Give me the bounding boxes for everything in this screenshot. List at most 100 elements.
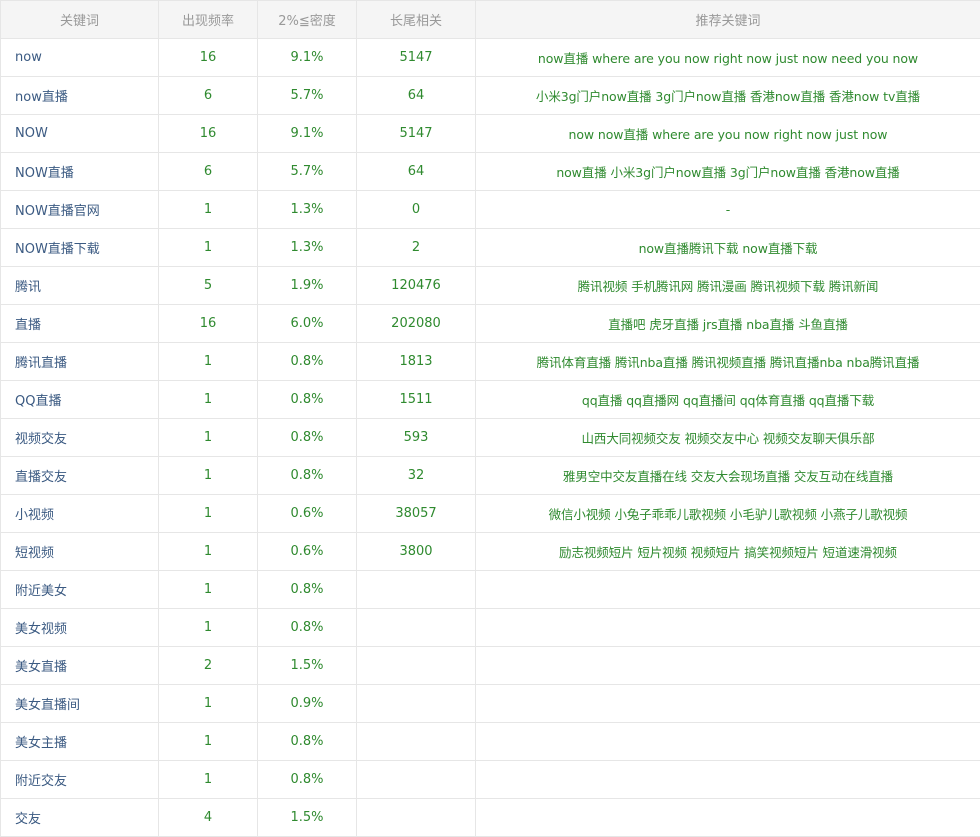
table-row: 美女直播间 1 0.9% xyxy=(1,685,980,723)
density-cell: 0.8% xyxy=(258,723,357,761)
recommend-cell xyxy=(476,723,980,761)
longtail-cell: 0 xyxy=(357,191,476,229)
recommend-cell: 雅男空中交友直播在线 交友大会现场直播 交友互动在线直播 xyxy=(476,457,980,495)
keyword-table: 关键词 出现频率 2%≦密度 长尾相关 推荐关键词 now 16 9.1% 51… xyxy=(0,0,980,837)
table-row: 腾讯直播 1 0.8% 1813 腾讯体育直播 腾讯nba直播 腾讯视频直播 腾… xyxy=(1,343,980,381)
density-cell: 5.7% xyxy=(258,77,357,115)
table-row: 腾讯 5 1.9% 120476 腾讯视频 手机腾讯网 腾讯漫画 腾讯视频下载 … xyxy=(1,267,980,305)
recommend-cell xyxy=(476,609,980,647)
longtail-cell xyxy=(357,723,476,761)
table-row: NOW直播下载 1 1.3% 2 now直播腾讯下载 now直播下载 xyxy=(1,229,980,267)
table-row: now 16 9.1% 5147 now直播 where are you now… xyxy=(1,39,980,77)
keyword-cell[interactable]: QQ直播 xyxy=(1,381,159,419)
header-density[interactable]: 2%≦密度 xyxy=(258,1,357,39)
recommend-cell xyxy=(476,685,980,723)
longtail-cell xyxy=(357,761,476,799)
header-longtail[interactable]: 长尾相关 xyxy=(357,1,476,39)
recommend-links[interactable]: 励志视频短片 短片视频 视频短片 搞笑视频短片 短道速滑视频 xyxy=(559,545,897,560)
header-keyword[interactable]: 关键词 xyxy=(1,1,159,39)
keyword-cell[interactable]: 美女直播间 xyxy=(1,685,159,723)
keyword-cell[interactable]: 交友 xyxy=(1,799,159,837)
keyword-cell[interactable]: 附近美女 xyxy=(1,571,159,609)
keyword-cell[interactable]: 小视频 xyxy=(1,495,159,533)
recommend-links[interactable]: 雅男空中交友直播在线 交友大会现场直播 交友互动在线直播 xyxy=(563,469,893,484)
recommend-cell: 山西大同视频交友 视频交友中心 视频交友聊天俱乐部 xyxy=(476,419,980,457)
recommend-links[interactable]: 腾讯视频 手机腾讯网 腾讯漫画 腾讯视频下载 腾讯新闻 xyxy=(578,279,879,294)
frequency-cell: 6 xyxy=(159,153,258,191)
longtail-cell: 64 xyxy=(357,77,476,115)
keyword-cell[interactable]: 短视频 xyxy=(1,533,159,571)
frequency-cell: 4 xyxy=(159,799,258,837)
recommend-links[interactable]: 小米3g门户now直播 3g门户now直播 香港now直播 香港now tv直播 xyxy=(536,89,920,104)
keyword-cell[interactable]: NOW直播官网 xyxy=(1,191,159,229)
frequency-cell: 1 xyxy=(159,571,258,609)
longtail-cell: 38057 xyxy=(357,495,476,533)
keyword-cell[interactable]: now直播 xyxy=(1,77,159,115)
header-recommend[interactable]: 推荐关键词 xyxy=(476,1,980,39)
frequency-cell: 16 xyxy=(159,39,258,77)
recommend-links[interactable]: now now直播 where are you now right now ju… xyxy=(569,127,888,142)
frequency-cell: 16 xyxy=(159,115,258,153)
recommend-cell: now直播腾讯下载 now直播下载 xyxy=(476,229,980,267)
frequency-cell: 1 xyxy=(159,685,258,723)
longtail-cell: 2 xyxy=(357,229,476,267)
recommend-links[interactable]: 腾讯体育直播 腾讯nba直播 腾讯视频直播 腾讯直播nba nba腾讯直播 xyxy=(537,355,920,370)
recommend-links[interactable]: qq直播 qq直播网 qq直播间 qq体育直播 qq直播下载 xyxy=(582,393,874,408)
recommend-cell: 小米3g门户now直播 3g门户now直播 香港now直播 香港now tv直播 xyxy=(476,77,980,115)
density-cell: 9.1% xyxy=(258,115,357,153)
table-row: 美女直播 2 1.5% xyxy=(1,647,980,685)
density-cell: 0.8% xyxy=(258,381,357,419)
keyword-cell[interactable]: 直播 xyxy=(1,305,159,343)
keyword-cell[interactable]: 附近交友 xyxy=(1,761,159,799)
frequency-cell: 1 xyxy=(159,533,258,571)
table-row: 视频交友 1 0.8% 593 山西大同视频交友 视频交友中心 视频交友聊天俱乐… xyxy=(1,419,980,457)
keyword-cell[interactable]: 美女直播 xyxy=(1,647,159,685)
density-cell: 0.8% xyxy=(258,761,357,799)
table-header-row: 关键词 出现频率 2%≦密度 长尾相关 推荐关键词 xyxy=(1,1,980,39)
table-row: NOW直播官网 1 1.3% 0 - xyxy=(1,191,980,229)
recommend-cell: 励志视频短片 短片视频 视频短片 搞笑视频短片 短道速滑视频 xyxy=(476,533,980,571)
frequency-cell: 1 xyxy=(159,609,258,647)
recommend-links[interactable]: 山西大同视频交友 视频交友中心 视频交友聊天俱乐部 xyxy=(582,431,875,446)
longtail-cell xyxy=(357,647,476,685)
longtail-cell xyxy=(357,685,476,723)
keyword-cell[interactable]: 视频交友 xyxy=(1,419,159,457)
table-row: 直播 16 6.0% 202080 直播吧 虎牙直播 jrs直播 nba直播 斗… xyxy=(1,305,980,343)
header-frequency[interactable]: 出现频率 xyxy=(159,1,258,39)
recommend-links: - xyxy=(726,202,730,217)
recommend-cell: qq直播 qq直播网 qq直播间 qq体育直播 qq直播下载 xyxy=(476,381,980,419)
recommend-links[interactable]: now直播腾讯下载 now直播下载 xyxy=(639,241,818,256)
recommend-links[interactable]: 微信小视频 小兔子乖乖儿歌视频 小毛驴儿歌视频 小燕子儿歌视频 xyxy=(549,507,908,522)
longtail-cell xyxy=(357,571,476,609)
longtail-cell xyxy=(357,799,476,837)
keyword-cell[interactable]: 腾讯直播 xyxy=(1,343,159,381)
keyword-cell[interactable]: 腾讯 xyxy=(1,267,159,305)
frequency-cell: 1 xyxy=(159,229,258,267)
recommend-links[interactable]: now直播 where are you now right now just n… xyxy=(538,51,918,66)
keyword-cell[interactable]: NOW xyxy=(1,115,159,153)
recommend-cell: now直播 小米3g门户now直播 3g门户now直播 香港now直播 xyxy=(476,153,980,191)
keyword-cell[interactable]: 直播交友 xyxy=(1,457,159,495)
density-cell: 1.5% xyxy=(258,799,357,837)
frequency-cell: 1 xyxy=(159,723,258,761)
table-row: 短视频 1 0.6% 3800 励志视频短片 短片视频 视频短片 搞笑视频短片 … xyxy=(1,533,980,571)
recommend-cell xyxy=(476,571,980,609)
frequency-cell: 1 xyxy=(159,495,258,533)
keyword-cell[interactable]: 美女主播 xyxy=(1,723,159,761)
table-row: now直播 6 5.7% 64 小米3g门户now直播 3g门户now直播 香港… xyxy=(1,77,980,115)
density-cell: 1.5% xyxy=(258,647,357,685)
frequency-cell: 1 xyxy=(159,191,258,229)
recommend-links[interactable]: 直播吧 虎牙直播 jrs直播 nba直播 斗鱼直播 xyxy=(608,317,848,332)
keyword-cell[interactable]: now xyxy=(1,39,159,77)
frequency-cell: 1 xyxy=(159,761,258,799)
keyword-cell[interactable]: 美女视频 xyxy=(1,609,159,647)
recommend-links[interactable]: now直播 小米3g门户now直播 3g门户now直播 香港now直播 xyxy=(556,165,899,180)
table-row: QQ直播 1 0.8% 1511 qq直播 qq直播网 qq直播间 qq体育直播… xyxy=(1,381,980,419)
longtail-cell: 3800 xyxy=(357,533,476,571)
keyword-cell[interactable]: NOW直播下载 xyxy=(1,229,159,267)
density-cell: 0.6% xyxy=(258,533,357,571)
density-cell: 0.8% xyxy=(258,609,357,647)
frequency-cell: 1 xyxy=(159,457,258,495)
keyword-cell[interactable]: NOW直播 xyxy=(1,153,159,191)
density-cell: 1.3% xyxy=(258,191,357,229)
